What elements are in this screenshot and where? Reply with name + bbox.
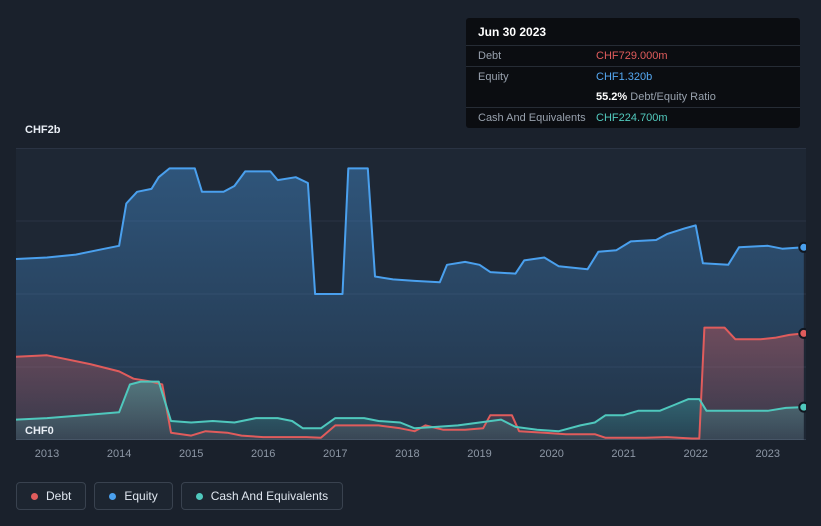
- chart-svg[interactable]: [16, 148, 806, 440]
- x-tick-2020: 2020: [539, 448, 564, 460]
- x-tick-2017: 2017: [323, 448, 348, 460]
- cash-end-dot: [798, 401, 806, 413]
- tooltip-row-ratio: 55.2% Debt/Equity Ratio: [466, 87, 800, 107]
- chart-tooltip: Jun 30 2023 Debt CHF729.000m Equity CHF1…: [466, 18, 800, 128]
- x-tick-2014: 2014: [106, 448, 132, 460]
- legend-debt-label: Debt: [46, 489, 72, 503]
- x-tick-2016: 2016: [250, 448, 276, 460]
- debt-end-dot: [798, 327, 806, 339]
- legend-cash-label: Cash And Equivalents: [210, 489, 329, 503]
- x-tick-2015: 2015: [178, 448, 204, 460]
- chart-plot-area[interactable]: [16, 148, 806, 440]
- tooltip-cash-label: Cash And Equivalents: [478, 112, 586, 124]
- x-tick-2021: 2021: [611, 448, 636, 460]
- tooltip-date: Jun 30 2023: [478, 25, 547, 39]
- legend-equity-label: Equity: [124, 489, 158, 503]
- x-tick-2018: 2018: [395, 448, 420, 460]
- tooltip-equity-value: CHF1.320b: [596, 71, 653, 83]
- tooltip-equity-label: Equity: [478, 71, 509, 83]
- x-tick-2019: 2019: [467, 448, 492, 460]
- y-axis-label-bottom: CHF0: [25, 425, 54, 437]
- tooltip-ratio-value: 55.2% Debt/Equity Ratio: [596, 91, 716, 103]
- x-tick-2013: 2013: [34, 448, 60, 460]
- tooltip-row-debt: Debt CHF729.000m: [466, 45, 800, 66]
- legend-item-equity[interactable]: Equity: [94, 482, 173, 510]
- legend-item-cash[interactable]: Cash And Equivalents: [180, 482, 344, 510]
- x-tick-2023: 2023: [755, 448, 781, 460]
- legend: Debt Equity Cash And Equivalents: [16, 482, 344, 510]
- equity-end-dot: [798, 241, 806, 253]
- equity-series-dot-icon: [109, 492, 117, 500]
- x-axis: 2013 2014 2015 2016 2017 2018 2019 2020 2021 2022…: [16, 448, 806, 464]
- cash-series-dot-icon: [195, 492, 203, 500]
- tooltip-row-cash: Cash And Equivalents CHF224.700m: [466, 107, 800, 128]
- legend-item-debt[interactable]: Debt: [16, 482, 87, 510]
- debt-series-dot-icon: [31, 492, 38, 500]
- tooltip-debt-value: CHF729.000m: [596, 50, 668, 62]
- debt-equity-chart-panel: Jun 30 2023 Debt CHF729.000m Equity CHF1…: [0, 0, 821, 526]
- x-tick-2022: 2022: [683, 448, 708, 460]
- tooltip-cash-value: CHF224.700m: [596, 112, 668, 124]
- tooltip-row-equity: Equity CHF1.320b: [466, 66, 800, 87]
- y-axis-label-top: CHF2b: [25, 124, 61, 136]
- tooltip-debt-label: Debt: [478, 50, 502, 62]
